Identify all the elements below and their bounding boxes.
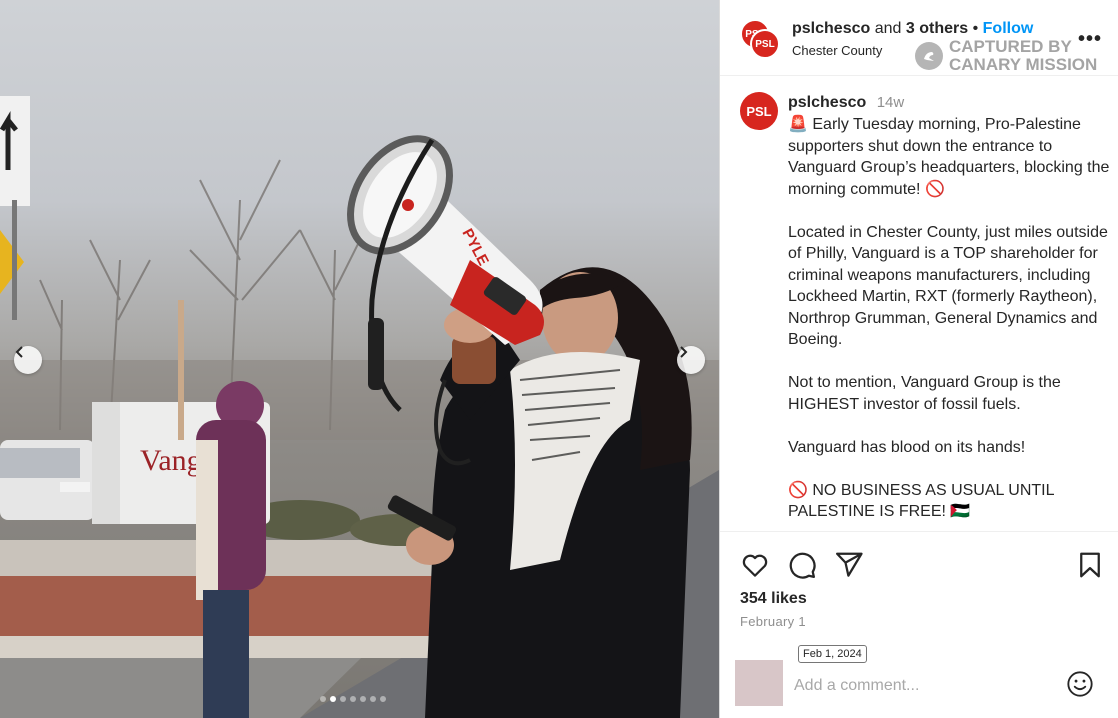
avatar — [735, 660, 783, 706]
slide-indicator — [320, 696, 386, 702]
watermark-line2: CANARY MISSION — [949, 55, 1098, 74]
slide-dot — [320, 696, 326, 702]
follow-button[interactable]: Follow — [983, 20, 1034, 37]
sign-text: Vang — [140, 444, 202, 477]
caption-username-link[interactable]: pslchesco — [788, 94, 866, 111]
username-link[interactable]: pslchesco — [792, 20, 870, 37]
post-actions — [720, 531, 1118, 591]
heart-icon — [742, 554, 768, 577]
next-slide-button[interactable] — [677, 346, 705, 374]
header-and-text: and — [874, 20, 902, 37]
comment-input[interactable] — [794, 674, 1054, 698]
more-options-button[interactable]: ••• — [1078, 28, 1102, 51]
avatar[interactable]: PSL — [740, 92, 778, 130]
likes-count[interactable]: 354 likes — [740, 590, 807, 608]
emoji-button[interactable] — [1066, 670, 1094, 698]
slide-dot — [370, 696, 376, 702]
caption-paragraph: Vanguard has blood on its hands! — [788, 438, 1026, 456]
location-link[interactable]: Chester County — [792, 43, 882, 58]
like-button[interactable] — [740, 550, 770, 580]
comment-box — [720, 660, 1118, 718]
canary-icon — [915, 42, 943, 70]
post-sidebar: PSL PSL pslchesco and 3 others • Follow … — [719, 0, 1118, 718]
save-button[interactable] — [1075, 550, 1105, 580]
slide-dot — [360, 696, 366, 702]
bookmark-icon — [1080, 552, 1100, 578]
collaborators-link[interactable]: 3 others — [906, 20, 968, 37]
post-timestamp[interactable]: 14w — [877, 94, 905, 111]
slide-dot — [350, 696, 356, 702]
comment-icon — [789, 552, 816, 579]
caption-paragraph: Located in Chester County, just miles ou… — [788, 223, 1108, 349]
caption-paragraph: 🚨 Early Tuesday morning, Pro-Palestine s… — [788, 116, 1110, 198]
caption-paragraph: Not to mention, Vanguard Group is the HI… — [788, 374, 1061, 413]
header-separator: • — [972, 20, 979, 37]
slide-dot — [330, 696, 336, 702]
share-button[interactable] — [834, 550, 864, 580]
comment-button[interactable] — [787, 550, 817, 580]
previous-slide-button[interactable] — [14, 346, 42, 374]
post-caption: PSL pslchesco 14w 🚨 Early Tuesday mornin… — [720, 76, 1118, 531]
caption-text: 🚨 Early Tuesday morning, Pro-Palestine s… — [788, 114, 1110, 531]
avatar: PSL — [750, 29, 780, 59]
slide-dot — [340, 696, 346, 702]
watermark-line1: CAPTURED BY — [949, 37, 1072, 56]
slide-dot — [380, 696, 386, 702]
caption-paragraph: 🚫 NO BUSINESS AS USUAL UNTIL PALESTINE I… — [788, 481, 1054, 521]
watermark: CAPTURED BY CANARY MISSION — [915, 38, 1097, 74]
smiley-icon — [1067, 671, 1093, 697]
post-header: PSL PSL pslchesco and 3 others • Follow … — [720, 0, 1118, 76]
paper-plane-icon — [836, 552, 863, 577]
post-photo[interactable]: Vang PYLE — [0, 0, 719, 718]
collaborator-avatars[interactable]: PSL PSL — [740, 19, 782, 61]
post-date[interactable]: February 1 — [740, 614, 806, 629]
chevron-right-icon — [680, 346, 688, 358]
chevron-left-icon — [15, 346, 23, 358]
header-title: pslchesco and 3 others • Follow — [792, 20, 1033, 38]
photo-scene: Vang PYLE — [0, 96, 719, 718]
